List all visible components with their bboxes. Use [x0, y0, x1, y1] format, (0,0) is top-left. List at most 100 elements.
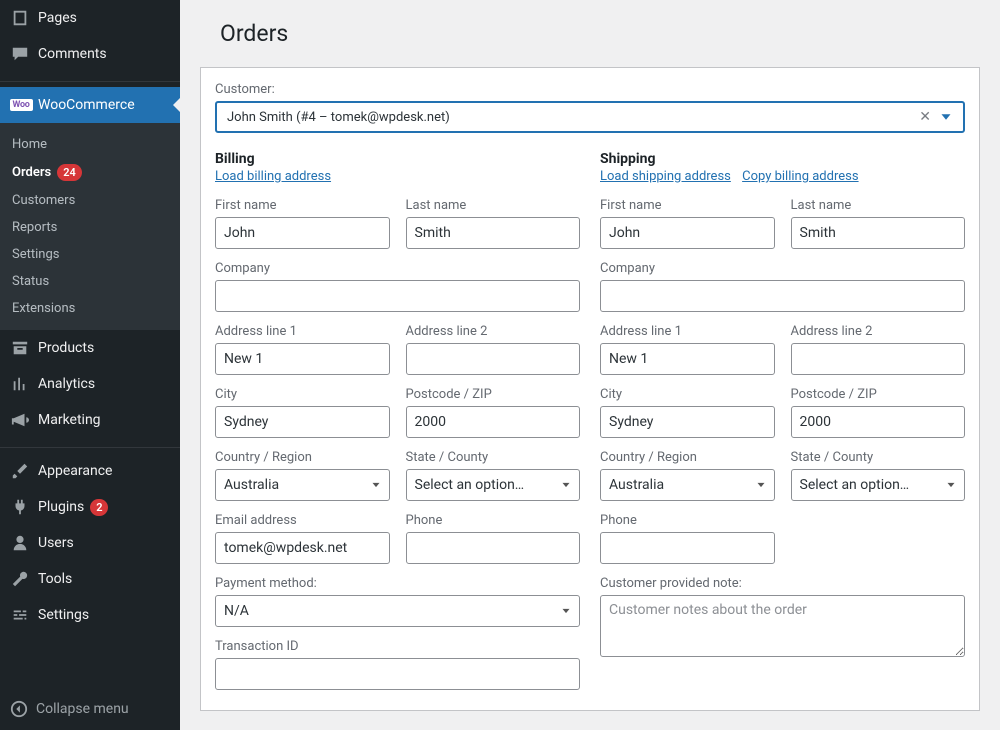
sidebar-item-appearance[interactable]: Appearance: [0, 453, 180, 489]
billing-email-label: Email address: [215, 513, 390, 528]
shipping-country-label: Country / Region: [600, 450, 775, 465]
sidebar-item-analytics[interactable]: Analytics: [0, 366, 180, 402]
sidebar-item-label: Comments: [38, 46, 107, 62]
sidebar-item-users[interactable]: Users: [0, 525, 180, 561]
sidebar-item-label: Marketing: [38, 412, 101, 428]
billing-last-name-label: Last name: [406, 198, 581, 213]
sidebar-item-plugins[interactable]: Plugins 2: [0, 489, 180, 525]
shipping-addr2-input[interactable]: [791, 343, 966, 375]
megaphone-icon: [10, 410, 30, 430]
payment-method-label: Payment method:: [215, 576, 580, 591]
menu-separator: [0, 443, 180, 448]
shipping-phone-input[interactable]: [600, 532, 775, 564]
chart-bar-icon: [10, 374, 30, 394]
customer-select[interactable]: John Smith (#4 – tomek@wpdesk.net) ✕: [215, 101, 965, 133]
billing-addr1-input[interactable]: [215, 343, 390, 375]
submenu-label: Settings: [12, 247, 59, 262]
shipping-phone-label: Phone: [600, 513, 775, 528]
submenu-item-home[interactable]: Home: [0, 131, 180, 158]
shipping-title: Shipping: [600, 151, 965, 167]
collapse-icon: [10, 700, 28, 718]
shipping-state-label: State / County: [791, 450, 966, 465]
customer-value: John Smith (#4 – tomek@wpdesk.net): [227, 110, 915, 125]
submenu-label: Reports: [12, 220, 57, 235]
woocommerce-icon: Woo: [10, 95, 30, 115]
main-area: Orders Customer: John Smith (#4 – tomek@…: [180, 0, 1000, 730]
customer-clear-icon[interactable]: ✕: [915, 109, 935, 125]
archive-icon: [10, 338, 30, 358]
submenu-item-reports[interactable]: Reports: [0, 214, 180, 241]
sidebar-item-label: Plugins: [38, 499, 84, 515]
billing-postcode-label: Postcode / ZIP: [406, 387, 581, 402]
shipping-company-input[interactable]: [600, 280, 965, 312]
submenu-label: Status: [12, 274, 49, 289]
copy-billing-link[interactable]: Copy billing address: [742, 169, 858, 184]
billing-postcode-input[interactable]: [406, 406, 581, 438]
billing-city-input[interactable]: [215, 406, 390, 438]
billing-addr1-label: Address line 1: [215, 324, 390, 339]
page-icon: [10, 8, 30, 28]
payment-method-select[interactable]: N/A: [215, 595, 580, 627]
load-shipping-link[interactable]: Load shipping address: [600, 169, 731, 184]
shipping-postcode-label: Postcode / ZIP: [791, 387, 966, 402]
sidebar-item-pages[interactable]: Pages: [0, 0, 180, 36]
submenu-label: Customers: [12, 193, 75, 208]
submenu-item-settings[interactable]: Settings: [0, 241, 180, 268]
comment-icon: [10, 44, 30, 64]
billing-title: Billing: [215, 151, 580, 167]
billing-addr2-label: Address line 2: [406, 324, 581, 339]
sidebar-item-marketing[interactable]: Marketing: [0, 402, 180, 438]
collapse-menu-button[interactable]: Collapse menu: [0, 692, 180, 730]
billing-email-input[interactable]: [215, 532, 390, 564]
billing-addr2-input[interactable]: [406, 343, 581, 375]
billing-first-name-label: First name: [215, 198, 390, 213]
billing-country-select[interactable]: Australia: [215, 469, 390, 501]
sidebar-item-tools[interactable]: Tools: [0, 561, 180, 597]
sidebar-item-woocommerce[interactable]: Woo WooCommerce: [0, 87, 180, 123]
shipping-postcode-input[interactable]: [791, 406, 966, 438]
shipping-addr1-label: Address line 1: [600, 324, 775, 339]
submenu-label: Orders: [12, 165, 51, 180]
shipping-last-name-label: Last name: [791, 198, 966, 213]
sidebar-item-label: Users: [38, 535, 74, 551]
customer-note-textarea[interactable]: [600, 595, 965, 657]
page-title: Orders: [180, 0, 1000, 67]
user-icon: [10, 533, 30, 553]
plug-icon: [10, 497, 30, 517]
sidebar-item-label: Analytics: [38, 376, 95, 392]
billing-company-input[interactable]: [215, 280, 580, 312]
billing-first-name-input[interactable]: [215, 217, 390, 249]
shipping-column: Shipping Load shipping address Copy bill…: [600, 151, 965, 702]
load-billing-link[interactable]: Load billing address: [215, 169, 331, 184]
submenu-item-status[interactable]: Status: [0, 268, 180, 295]
billing-country-label: Country / Region: [215, 450, 390, 465]
chevron-down-icon[interactable]: [935, 108, 957, 126]
billing-city-label: City: [215, 387, 390, 402]
billing-phone-input[interactable]: [406, 532, 581, 564]
billing-state-select[interactable]: Select an option…: [406, 469, 581, 501]
shipping-state-select[interactable]: Select an option…: [791, 469, 966, 501]
sidebar-item-settings[interactable]: Settings: [0, 597, 180, 633]
sidebar-item-label: Products: [38, 340, 94, 356]
sidebar-item-label: WooCommerce: [38, 97, 135, 113]
content-scroll[interactable]: Customer: John Smith (#4 – tomek@wpdesk.…: [180, 67, 1000, 730]
submenu-item-customers[interactable]: Customers: [0, 187, 180, 214]
submenu-item-extensions[interactable]: Extensions: [0, 295, 180, 322]
shipping-last-name-input[interactable]: [791, 217, 966, 249]
admin-sidebar: Pages Comments Woo WooCommerce Home Orde…: [0, 0, 180, 730]
shipping-addr1-input[interactable]: [600, 343, 775, 375]
shipping-city-input[interactable]: [600, 406, 775, 438]
sidebar-item-products[interactable]: Products: [0, 330, 180, 366]
shipping-first-name-label: First name: [600, 198, 775, 213]
submenu-item-orders[interactable]: Orders 24: [0, 158, 180, 187]
billing-last-name-input[interactable]: [406, 217, 581, 249]
sidebar-item-comments[interactable]: Comments: [0, 36, 180, 72]
shipping-addr2-label: Address line 2: [791, 324, 966, 339]
customer-note-label: Customer provided note:: [600, 576, 965, 591]
shipping-first-name-input[interactable]: [600, 217, 775, 249]
transaction-id-input[interactable]: [215, 658, 580, 690]
shipping-country-select[interactable]: Australia: [600, 469, 775, 501]
sliders-icon: [10, 605, 30, 625]
order-data-panel: Customer: John Smith (#4 – tomek@wpdesk.…: [200, 67, 980, 711]
brush-icon: [10, 461, 30, 481]
